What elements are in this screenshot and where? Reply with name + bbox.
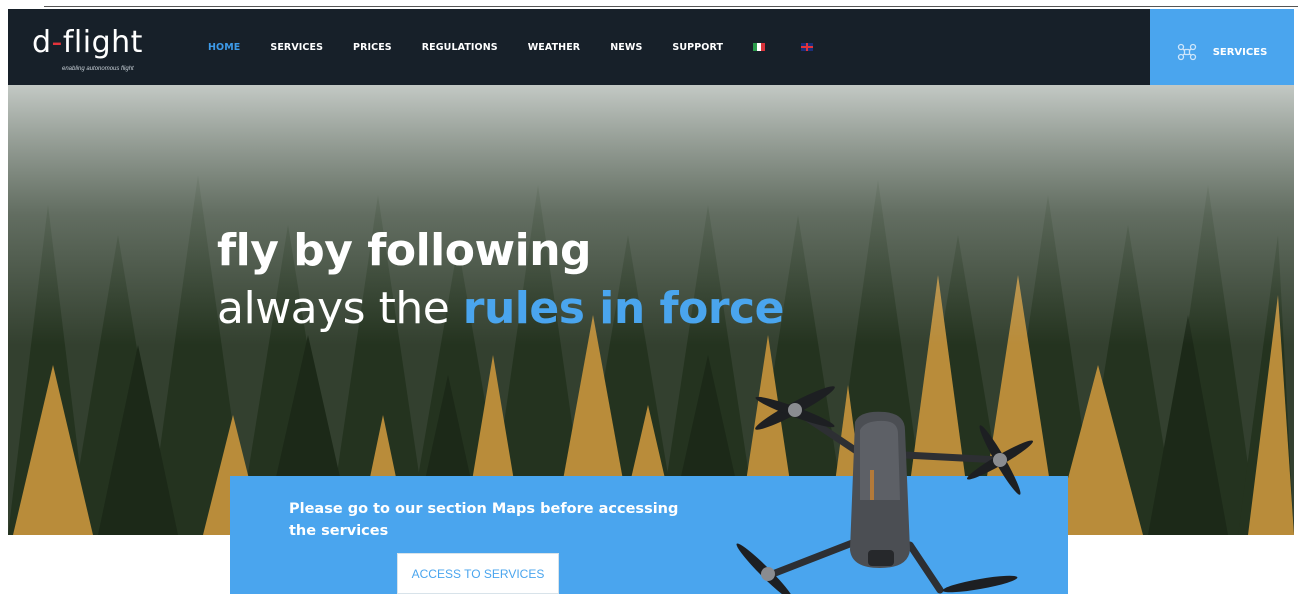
top-divider <box>44 6 1298 7</box>
italian-flag-icon[interactable] <box>753 43 766 51</box>
services-tab-button[interactable]: SERVICES <box>1150 9 1294 95</box>
nav-home[interactable]: HOME <box>208 42 240 53</box>
nav-regulations[interactable]: REGULATIONS <box>422 42 498 53</box>
nav-support[interactable]: SUPPORT <box>672 42 723 53</box>
main-nav: HOME SERVICES PRICES REGULATIONS WEATHER… <box>208 9 849 85</box>
logo-tagline: enabling autonomous flight <box>62 66 134 72</box>
dflight-logo[interactable]: d-flight enabling autonomous flight <box>32 21 152 77</box>
hero-subheadline-accent: rules in force <box>462 283 785 334</box>
navbar: d-flight enabling autonomous flight HOME… <box>8 9 1294 85</box>
nav-weather[interactable]: WEATHER <box>528 42 581 53</box>
nav-news[interactable]: NEWS <box>610 42 642 53</box>
uk-flag-icon[interactable] <box>801 43 814 51</box>
drone-icon <box>1177 43 1196 61</box>
maps-notice-text: Please go to our section Maps before acc… <box>289 501 679 539</box>
access-to-services-button[interactable]: ACCESS TO SERVICES <box>397 553 559 594</box>
nav-services[interactable]: SERVICES <box>270 42 323 53</box>
services-tab-label: SERVICES <box>1212 46 1268 58</box>
hero-subheadline: always the rules in force <box>217 280 784 338</box>
hero-subheadline-light: always the <box>217 283 463 334</box>
logo-wordmark: d-flight <box>32 25 143 60</box>
hero-headline: fly by following <box>217 225 592 276</box>
drone-illustration <box>736 386 1034 594</box>
nav-prices[interactable]: PRICES <box>353 42 392 53</box>
